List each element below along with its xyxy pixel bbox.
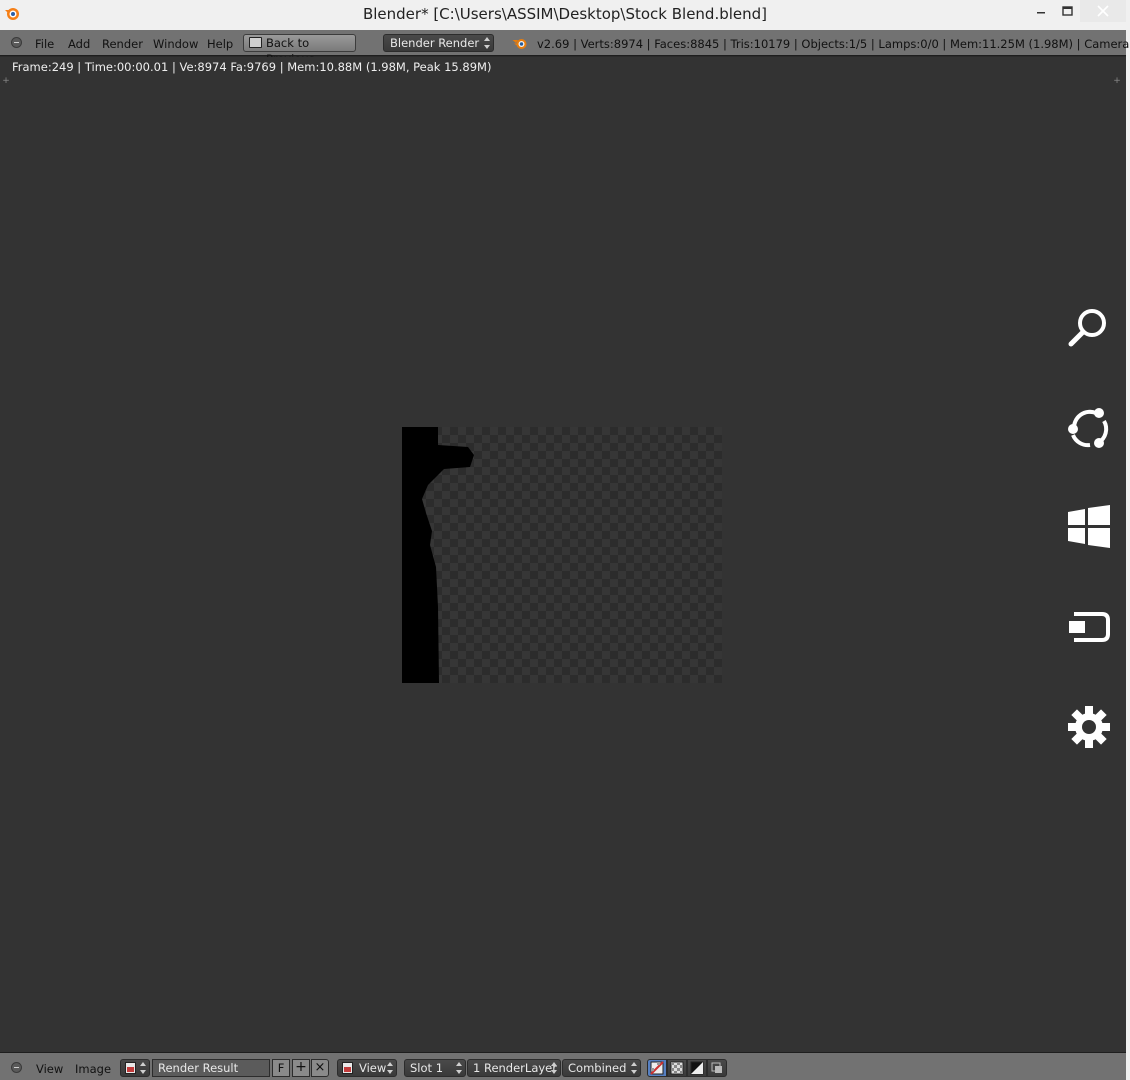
menu-view[interactable]: View <box>36 1062 63 1076</box>
draw-z-buffer-button[interactable] <box>687 1059 707 1077</box>
image-editor-header: View Image Render Result F + × View Slot… <box>0 1052 1126 1080</box>
collapse-menus-icon[interactable] <box>11 1062 22 1073</box>
window-titlebar: Blender* [C:\Users\ASSIM\Desktop\Stock B… <box>0 0 1130 30</box>
image-name-field[interactable]: Render Result <box>152 1059 270 1077</box>
area-split-corner-icon[interactable]: + <box>1113 77 1121 86</box>
share-icon[interactable] <box>1066 404 1112 450</box>
fake-user-button[interactable]: F <box>272 1059 290 1077</box>
render-engine-select[interactable]: Blender Render <box>383 34 494 52</box>
menu-render[interactable]: Render <box>102 37 143 51</box>
close-icon <box>1097 5 1109 17</box>
draw-channels-button[interactable] <box>707 1059 727 1077</box>
image-editor-area[interactable]: Frame:249 | Time:00:00.01 | Ve:8974 Fa:9… <box>0 57 1126 1052</box>
color-alpha-icon <box>650 1061 664 1075</box>
menu-image[interactable]: Image <box>75 1062 111 1076</box>
updown-arrows-icon <box>551 1062 557 1074</box>
slot-value: Slot 1 <box>410 1061 444 1075</box>
area-split-corner-icon[interactable]: + <box>2 77 10 86</box>
render-pass-select[interactable]: Combined <box>562 1059 641 1077</box>
view-mode-value: View <box>359 1061 387 1075</box>
menu-file[interactable]: File <box>35 37 54 51</box>
slot-select[interactable]: Slot 1 <box>404 1059 466 1077</box>
menu-window[interactable]: Window <box>153 37 198 51</box>
render-stats: Frame:249 | Time:00:00.01 | Ve:8974 Fa:9… <box>12 60 492 74</box>
maximize-button[interactable] <box>1054 0 1080 22</box>
new-image-button[interactable]: + <box>292 1059 310 1077</box>
image-icon <box>125 1062 136 1074</box>
unlink-image-button[interactable]: × <box>311 1059 329 1077</box>
draw-alpha-button[interactable] <box>667 1059 687 1077</box>
view-image-icon <box>342 1062 353 1074</box>
checker-icon <box>670 1061 684 1075</box>
render-layer-select[interactable]: 1 RenderLayer <box>467 1059 561 1077</box>
render-pass-value: Combined <box>568 1061 627 1075</box>
start-icon[interactable] <box>1066 504 1112 550</box>
settings-icon[interactable] <box>1066 704 1112 750</box>
updown-arrows-icon <box>456 1062 462 1074</box>
draw-color-alpha-button[interactable] <box>647 1059 667 1077</box>
maximize-icon <box>1061 6 1073 16</box>
blender-logo-icon <box>512 39 527 49</box>
back-to-previous-button[interactable]: Back to Previous <box>243 34 356 66</box>
updown-arrows-icon <box>631 1062 637 1074</box>
channels-icon <box>711 1062 722 1073</box>
updown-arrows-icon <box>140 1062 146 1074</box>
render-silhouette <box>402 427 474 683</box>
minimize-icon <box>1037 12 1045 14</box>
updown-arrows-icon <box>484 37 490 49</box>
menu-help[interactable]: Help <box>207 37 233 51</box>
menu-add[interactable]: Add <box>68 37 90 51</box>
render-result-image[interactable] <box>402 427 722 683</box>
render-layer-value: 1 RenderLayer <box>473 1061 557 1075</box>
close-button[interactable] <box>1080 0 1126 22</box>
view-mode-select[interactable]: View <box>337 1059 397 1077</box>
blender-window: File Add Render Window Help Back to Prev… <box>0 30 1130 1080</box>
minimize-button[interactable] <box>1028 0 1054 22</box>
render-engine-value: Blender Render <box>390 36 480 50</box>
z-buffer-icon <box>690 1061 704 1075</box>
image-browse-button[interactable] <box>120 1059 150 1077</box>
scene-stats: v2.69 | Verts:8974 | Faces:8845 | Tris:1… <box>537 37 1130 51</box>
window-title: Blender* [C:\Users\ASSIM\Desktop\Stock B… <box>362 5 768 23</box>
devices-icon[interactable] <box>1066 604 1112 650</box>
updown-arrows-icon <box>387 1062 393 1074</box>
search-icon[interactable] <box>1066 304 1112 350</box>
info-header: File Add Render Window Help Back to Prev… <box>0 30 1130 66</box>
collapse-menus-icon[interactable] <box>11 37 22 48</box>
back-screen-icon <box>249 37 262 48</box>
